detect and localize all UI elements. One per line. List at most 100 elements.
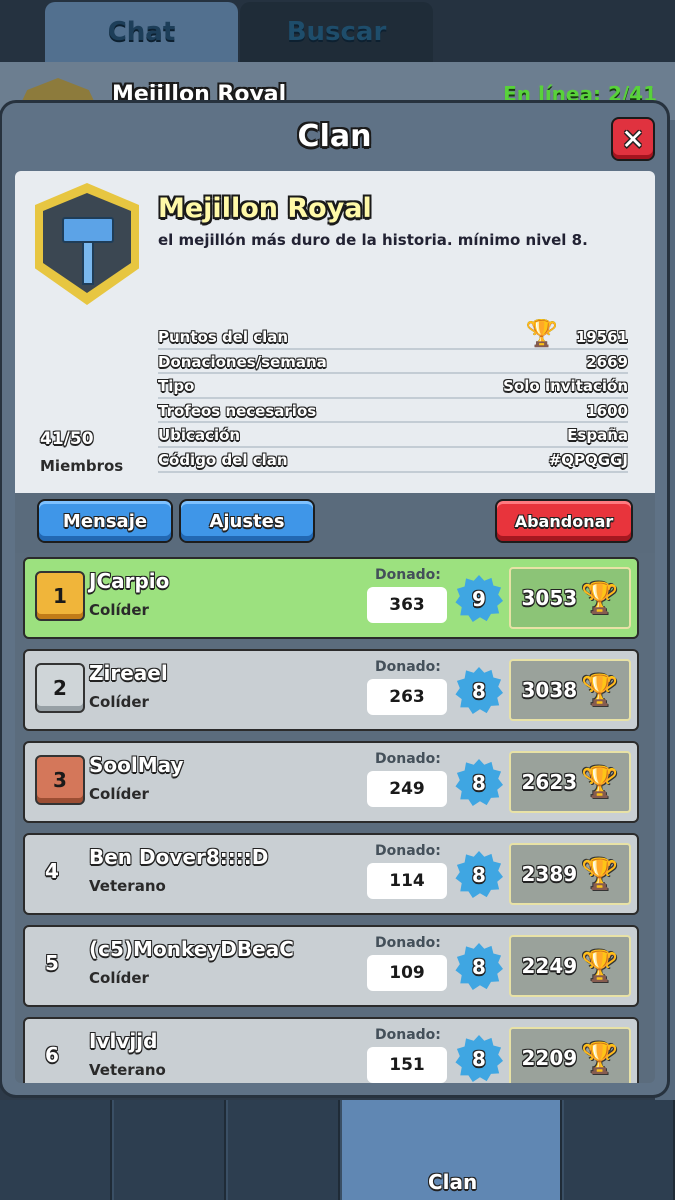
level-badge-icon: 8 [455,759,503,807]
member-name: Zireael [89,661,168,685]
rank-number: 4 [45,859,59,883]
clan-name: Mejillon Royal [158,193,372,224]
level-badge-icon: 8 [455,943,503,991]
members-count: 41/50 [40,429,94,449]
member-name: Ben Dover8::::D [89,845,269,869]
trophy-box: 3053 🏆 [509,567,631,629]
nav-shop[interactable] [0,1100,112,1200]
donated-label: Donado: [375,751,441,767]
trophy-icon: 🏆 [581,1040,619,1076]
member-role: Colíder [89,969,149,987]
donated-value: 363 [367,587,447,623]
trophy-count: 2623 [521,770,578,794]
member-row[interactable]: 6 Ivlvjjd Veterano Donado: 151 8 2209 🏆 [23,1017,639,1083]
clan-panel: Clan ✕ Mejillon Royal el mejillón más du… [2,103,667,1095]
donated-value: 249 [367,771,447,807]
message-button[interactable]: Mensaje [37,499,173,543]
trophy-icon: 🏆 [525,319,558,349]
level-badge-icon: 8 [455,667,503,715]
trophy-box: 3038 🏆 [509,659,631,721]
member-role: Veterano [89,877,166,895]
level-number: 8 [472,771,486,795]
donated-label: Donado: [375,935,441,951]
close-button[interactable]: ✕ [611,117,655,161]
member-role: Colíder [89,601,149,619]
level-badge-icon: 8 [455,1035,503,1083]
level-badge-icon: 9 [455,575,503,623]
trophy-icon: 🏆 [581,856,619,892]
action-bar: Mensaje Ajustes Abandonar [15,493,655,553]
stat-row: Código del clan #QPQGGJ [158,448,628,473]
stat-label: Trofeos necesarios [158,401,317,420]
donated-label: Donado: [375,1027,441,1043]
clan-badge-icon [35,183,139,305]
level-number: 8 [472,679,486,703]
donated-value: 109 [367,955,447,991]
level-number: 8 [472,955,486,979]
tab-buscar[interactable]: Buscar [240,2,433,62]
trophy-count: 2389 [521,862,578,886]
level-number: 9 [472,587,486,611]
clan-stats: Puntos del clan 🏆 19561 Donaciones/seman… [158,319,628,473]
level-badge-icon: 8 [455,851,503,899]
stat-label: Tipo [158,377,195,396]
stat-value: España [567,426,628,445]
level-number: 8 [472,1047,486,1071]
member-row[interactable]: 5 (c5)MonkeyDBeaC Colíder Donado: 109 8 … [23,925,639,1007]
nav-tv-royale[interactable] [564,1100,675,1200]
trophy-icon: 🏆 [581,764,619,800]
rank-number: 5 [45,951,59,975]
members-list[interactable]: 1 JCarpio Colíder Donado: 363 9 3053 🏆 2… [15,553,655,1083]
member-name: Ivlvjjd [89,1029,158,1053]
member-role: Colíder [89,693,149,711]
trophy-icon: 🏆 [581,672,619,708]
donated-value: 114 [367,863,447,899]
rank-number: 6 [45,1043,59,1067]
member-name: (c5)MonkeyDBeaC [89,937,294,961]
clan-info: Mejillon Royal el mejillón más duro de l… [15,171,655,493]
stat-row: Tipo Solo invitación [158,374,628,399]
panel-title: Clan [297,119,372,154]
bottom-nav [0,1100,675,1200]
hammer-icon [62,217,114,243]
trophy-box: 2209 🏆 [509,1027,631,1083]
rank-badge: 1 [35,571,85,621]
member-row[interactable]: 3 SoolMay Colíder Donado: 249 8 2623 🏆 [23,741,639,823]
stat-value: #QPQGGJ [548,450,628,469]
trophy-box: 2389 🏆 [509,843,631,905]
trophy-icon: 🏆 [581,948,619,984]
tab-chat[interactable]: Chat [45,2,238,62]
member-row[interactable]: 4 Ben Dover8::::D Veterano Donado: 114 8… [23,833,639,915]
stat-row: Puntos del clan 🏆 19561 [158,319,628,350]
leave-button[interactable]: Abandonar [495,499,633,543]
nav-battle[interactable] [228,1100,340,1200]
member-row[interactable]: 2 Zireael Colíder Donado: 263 8 3038 🏆 [23,649,639,731]
stat-label: Puntos del clan [158,328,289,346]
clan-description: el mejillón más duro de la historia. mín… [158,231,588,249]
donated-label: Donado: [375,843,441,859]
rank-badge: 2 [35,663,85,713]
level-number: 8 [472,863,486,887]
stat-value: 1600 [586,401,628,420]
trophy-box: 2623 🏆 [509,751,631,813]
member-role: Veterano [89,1061,166,1079]
stat-value: 19561 [575,328,628,346]
donated-value: 263 [367,679,447,715]
stat-value: Solo invitación [503,377,628,396]
trophy-count: 2209 [521,1046,578,1070]
donated-label: Donado: [375,659,441,675]
rank-badge: 3 [35,755,85,805]
stat-row: Ubicación España [158,423,628,448]
member-row[interactable]: 1 JCarpio Colíder Donado: 363 9 3053 🏆 [23,557,639,639]
trophy-count: 2249 [521,954,578,978]
trophy-icon: 🏆 [581,580,619,616]
settings-button[interactable]: Ajustes [179,499,315,543]
trophy-box: 2249 🏆 [509,935,631,997]
nav-clan-label: Clan [428,1170,478,1194]
nav-cards[interactable] [114,1100,226,1200]
member-name: SoolMay [89,753,184,777]
stat-label: Donaciones/semana [158,352,327,371]
donated-value: 151 [367,1047,447,1083]
members-label: Miembros [40,457,124,475]
stat-label: Ubicación [158,426,241,445]
